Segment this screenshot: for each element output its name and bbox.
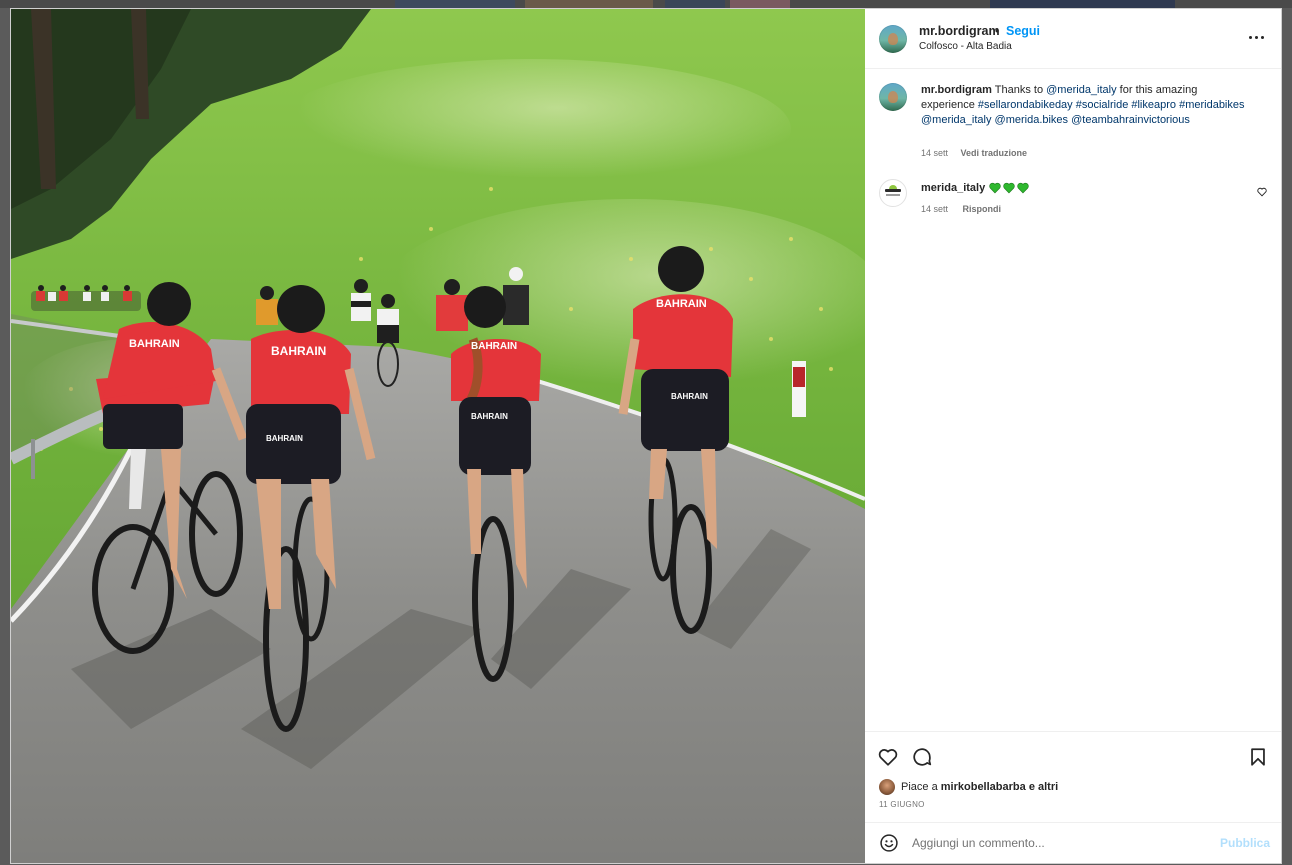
- comment-emoji: [989, 181, 1031, 194]
- caption-meta: 14 sett Vedi traduzione: [921, 148, 1037, 158]
- green-heart-icon: [1003, 182, 1015, 194]
- reply-button[interactable]: Rispondi: [963, 204, 1002, 214]
- comment-item: merida_italy 14 sett Rispondi: [865, 179, 1281, 229]
- caption-text-1: Thanks to: [994, 84, 1044, 96]
- comment-like-icon[interactable]: [1257, 187, 1267, 197]
- caption-author-avatar[interactable]: [879, 83, 907, 111]
- comment-meta: 14 sett Rispondi: [921, 204, 1013, 214]
- post-side-panel: mr.bordigram • Segui Colfosco - Alta Bad…: [865, 9, 1281, 863]
- background-thumbnail: [730, 0, 790, 8]
- post-location[interactable]: Colfosco - Alta Badia: [919, 41, 1012, 52]
- svg-text:BAHRAIN: BAHRAIN: [471, 341, 517, 352]
- save-bookmark-icon[interactable]: [1247, 746, 1269, 768]
- caption-hashtags[interactable]: #sellarondabikeday #socialride #likeapro: [978, 99, 1176, 111]
- author-username[interactable]: mr.bordigram: [919, 24, 1000, 38]
- commenter-username[interactable]: merida_italy: [921, 182, 985, 194]
- caption-username[interactable]: mr.bordigram: [921, 84, 992, 96]
- likes-summary: Piace a mirkobellabarba e altri: [901, 781, 1058, 793]
- svg-text:BAHRAIN: BAHRAIN: [656, 298, 707, 310]
- post-actions: Piace a mirkobellabarba e altri 11 GIUGN…: [865, 731, 1281, 863]
- green-heart-icon: [1017, 182, 1029, 194]
- svg-text:BAHRAIN: BAHRAIN: [671, 392, 708, 401]
- green-heart-icon: [989, 182, 1001, 194]
- caption-time[interactable]: 14 sett: [921, 148, 948, 158]
- likes-prefix: Piace a: [901, 781, 938, 793]
- svg-text:BAHRAIN: BAHRAIN: [271, 344, 326, 358]
- post-modal: BAHRAIN BAHRAIN BAHRAIN BAHRAIN BAHRAIN …: [10, 8, 1282, 864]
- separator-dot: •: [995, 24, 1000, 38]
- publish-button[interactable]: Pubblica: [1220, 836, 1270, 850]
- background-thumbnail: [665, 0, 725, 8]
- background-thumbnail: [990, 0, 1175, 8]
- follow-button[interactable]: Segui: [1006, 24, 1040, 38]
- caption-mentions[interactable]: @merida_italy @merida.bikes: [921, 114, 1068, 126]
- background-thumbnail: [525, 0, 653, 8]
- liker-avatar[interactable]: [879, 779, 895, 795]
- like-icon[interactable]: [877, 746, 899, 768]
- more-options-icon[interactable]: [1247, 29, 1267, 45]
- comment-icon[interactable]: [911, 746, 933, 768]
- author-avatar[interactable]: [879, 25, 907, 53]
- caption-text: mr.bordigram Thanks to @merida_italy for…: [921, 83, 1251, 128]
- backdrop: [0, 0, 1292, 8]
- background-thumbnail: [395, 0, 515, 8]
- svg-text:BAHRAIN: BAHRAIN: [266, 434, 303, 443]
- comment-time[interactable]: 14 sett: [921, 204, 948, 214]
- likes-user-link[interactable]: mirkobellabarba: [941, 781, 1026, 793]
- svg-text:BAHRAIN: BAHRAIN: [129, 338, 180, 350]
- comment-input[interactable]: [912, 833, 1212, 853]
- commenter-avatar[interactable]: [879, 179, 907, 207]
- post-date[interactable]: 11 GIUGNO: [879, 800, 925, 809]
- svg-text:BAHRAIN: BAHRAIN: [471, 412, 508, 421]
- likes-others-link[interactable]: e altri: [1029, 781, 1058, 793]
- caption-hashtag-meridabikes[interactable]: #meridabikes: [1179, 99, 1244, 111]
- caption-mention[interactable]: @merida_italy: [1046, 84, 1116, 96]
- post-photo[interactable]: BAHRAIN BAHRAIN BAHRAIN BAHRAIN BAHRAIN …: [11, 9, 865, 863]
- caption-mention-team[interactable]: @teambahrainvictorious: [1071, 114, 1190, 126]
- cyclists-photo: BAHRAIN BAHRAIN BAHRAIN BAHRAIN BAHRAIN …: [11, 9, 865, 863]
- emoji-icon[interactable]: [879, 833, 899, 853]
- see-translation-link[interactable]: Vedi traduzione: [961, 148, 1028, 158]
- comment-box: Pubblica: [865, 822, 1281, 863]
- post-header: mr.bordigram • Segui Colfosco - Alta Bad…: [865, 9, 1281, 69]
